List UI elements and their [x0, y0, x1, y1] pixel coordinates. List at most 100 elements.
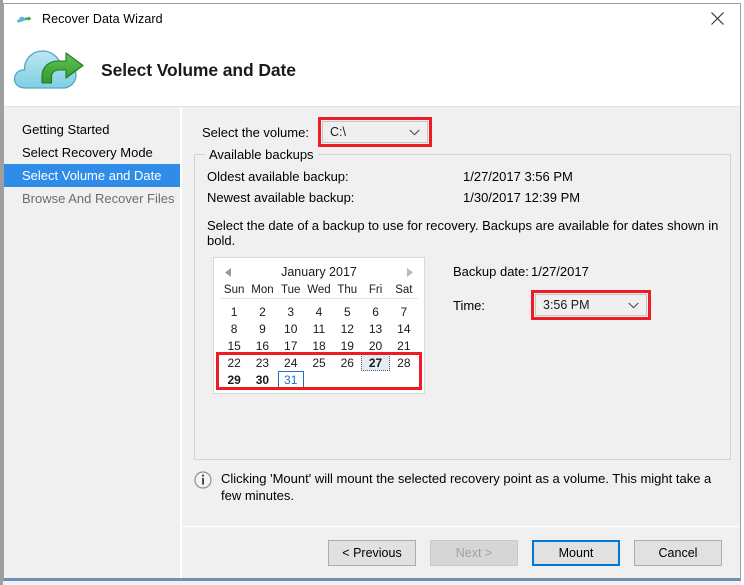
sidebar-item-select-volume-and-date[interactable]: Select Volume and Date: [4, 164, 180, 187]
calendar-day-cell[interactable]: 2: [248, 303, 276, 320]
calendar-day-cell[interactable]: 30: [248, 371, 276, 388]
volume-highlight-box: C:\: [317, 117, 432, 147]
day-header: Sat: [395, 284, 413, 296]
sidebar-item-label: Select Volume and Date: [22, 168, 162, 183]
cloud-icon: [16, 11, 33, 28]
available-backups-group: Available backups Oldest available backu…: [194, 147, 731, 460]
newest-backup-label: Newest available backup:: [207, 190, 355, 205]
calendar-day-cell[interactable]: 17: [277, 337, 305, 354]
backup-date-value: 1/27/2017: [531, 263, 589, 279]
calendar-month-title: January 2017: [281, 265, 357, 279]
day-header: Sun: [223, 284, 245, 296]
calendar-day-cell[interactable]: 26: [333, 354, 361, 371]
calendar-day-cell[interactable]: 20: [361, 337, 389, 354]
calendar-day-cell[interactable]: 1: [220, 303, 248, 320]
newest-backup-row: Newest available backup: 1/30/2017 12:39…: [207, 190, 730, 205]
time-select[interactable]: 3:56 PM: [535, 294, 647, 316]
wizard-footer: < Previous Next > Mount Cancel: [182, 526, 740, 578]
time-label: Time:: [453, 297, 486, 313]
calendar-day-cell[interactable]: 22: [220, 354, 248, 371]
body-container: Getting Started Select Recovery Mode Sel…: [4, 106, 740, 578]
calendar-day-cell[interactable]: 8: [220, 320, 248, 337]
sidebar-item-browse-and-recover-files[interactable]: Browse And Recover Files: [4, 187, 180, 210]
calendar-day-cell[interactable]: 10: [277, 320, 305, 337]
newest-backup-value: 1/30/2017 12:39 PM: [463, 190, 581, 205]
sidebar-item-select-recovery-mode[interactable]: Select Recovery Mode: [4, 141, 180, 164]
mount-info-text: Clicking 'Mount' will mount the selected…: [221, 471, 712, 503]
calendar-day-cell[interactable]: 6: [361, 303, 389, 320]
available-backups-body: Oldest available backup: 1/27/2017 3:56 …: [195, 155, 730, 394]
day-header: Wed: [307, 284, 331, 296]
screenshot-root: Recover Data Wizard Select Volume and Da…: [0, 0, 744, 585]
recover-data-wizard-window: Recover Data Wizard Select Volume and Da…: [3, 3, 741, 581]
previous-button-label: < Previous: [342, 545, 402, 560]
previous-button[interactable]: < Previous: [328, 539, 416, 566]
mount-button-label: Mount: [558, 545, 594, 560]
content-pane: Select the volume: C:\ Available backups…: [182, 107, 740, 578]
calendar-day-cell[interactable]: 7: [390, 303, 418, 320]
oldest-backup-row: Oldest available backup: 1/27/2017 3:56 …: [207, 169, 730, 184]
time-highlight-box: 3:56 PM: [531, 290, 651, 320]
oldest-backup-value: 1/27/2017 3:56 PM: [463, 169, 573, 184]
time-selected-value: 3:56 PM: [543, 298, 590, 312]
close-icon[interactable]: [695, 4, 740, 33]
volume-select-row: Select the volume: C:\: [182, 107, 740, 147]
sidebar-item-label: Browse And Recover Files: [22, 191, 175, 206]
calendar-day-headers: Sun Mon Tue Wed Thu Fri Sat: [220, 284, 418, 299]
backup-datetime-panel: Backup date: 1/27/2017 Time: 3:56 PM: [453, 257, 651, 320]
date-instruction-text: Select the date of a backup to use for r…: [207, 218, 719, 248]
window-title: Recover Data Wizard: [42, 12, 163, 26]
volume-selected-value: C:\: [329, 125, 346, 139]
chevron-down-icon: [628, 298, 639, 312]
day-header: Tue: [281, 284, 301, 296]
calendar-day-cell[interactable]: 21: [390, 337, 418, 354]
next-button[interactable]: Next >: [430, 539, 518, 566]
calendar-day-grid: 1 2 3 4 5 6 7 8 9 10 11 12 13 14 15 16 17 18 19 20 21 22 23 24 2…: [220, 303, 418, 388]
calendar-day-cell[interactable]: 16: [248, 337, 276, 354]
calendar-day-cell[interactable]: 15: [220, 337, 248, 354]
calendar-day-cell[interactable]: 29: [220, 371, 248, 388]
title-bar: Recover Data Wizard: [4, 4, 740, 34]
calendar-day-cell[interactable]: 12: [333, 320, 361, 337]
calendar-day-cell[interactable]: 4: [305, 303, 333, 320]
info-icon: [194, 471, 212, 489]
calendar-day-cell[interactable]: 14: [390, 320, 418, 337]
volume-label: Select the volume:: [202, 124, 309, 140]
day-header: Mon: [251, 284, 274, 296]
oldest-backup-label: Oldest available backup:: [207, 169, 349, 184]
mount-button[interactable]: Mount: [532, 539, 620, 566]
calendar-header: January 2017: [220, 262, 418, 282]
backup-date-label: Backup date:: [453, 263, 529, 279]
next-month-icon[interactable]: [404, 265, 416, 279]
header-banner: Select Volume and Date: [4, 34, 740, 106]
chevron-down-icon: [409, 125, 420, 139]
sidebar-item-getting-started[interactable]: Getting Started: [4, 118, 180, 141]
calendar-day-cell[interactable]: 24: [277, 354, 305, 371]
sidebar-item-label: Select Recovery Mode: [22, 145, 153, 160]
cancel-button[interactable]: Cancel: [634, 539, 722, 566]
calendar-day-cell[interactable]: 28: [390, 354, 418, 371]
calendar-day-cell[interactable]: 9: [248, 320, 276, 337]
calendar-day-cell[interactable]: 13: [361, 320, 389, 337]
calendar-day-cell[interactable]: 27: [361, 354, 390, 371]
prev-month-icon[interactable]: [222, 265, 234, 279]
cancel-button-label: Cancel: [658, 545, 698, 560]
calendar-day-cell[interactable]: 19: [333, 337, 361, 354]
day-header: Fri: [368, 284, 383, 296]
calendar-and-time-area: January 2017 Sun Mon Tue Wed Thu Fri Sat…: [207, 257, 730, 394]
volume-select[interactable]: C:\: [321, 121, 428, 143]
calendar-day-cell[interactable]: 25: [305, 354, 333, 371]
calendar-day-cell[interactable]: 23: [248, 354, 276, 371]
mount-info-note: Clicking 'Mount' will mount the selected…: [194, 460, 740, 526]
backup-date-row: Backup date: 1/27/2017: [453, 259, 651, 283]
calendar-day-cell[interactable]: 3: [277, 303, 305, 320]
backup-time-row: Time: 3:56 PM: [453, 290, 651, 320]
cloud-recovery-icon: [12, 43, 90, 97]
available-backups-legend: Available backups: [205, 147, 318, 162]
backup-date-calendar[interactable]: January 2017 Sun Mon Tue Wed Thu Fri Sat…: [213, 257, 425, 394]
calendar-day-cell[interactable]: 11: [305, 320, 333, 337]
sidebar-item-label: Getting Started: [22, 122, 110, 137]
calendar-day-cell[interactable]: 5: [333, 303, 361, 320]
calendar-day-cell[interactable]: 18: [305, 337, 333, 354]
calendar-day-cell[interactable]: 31: [277, 371, 305, 388]
